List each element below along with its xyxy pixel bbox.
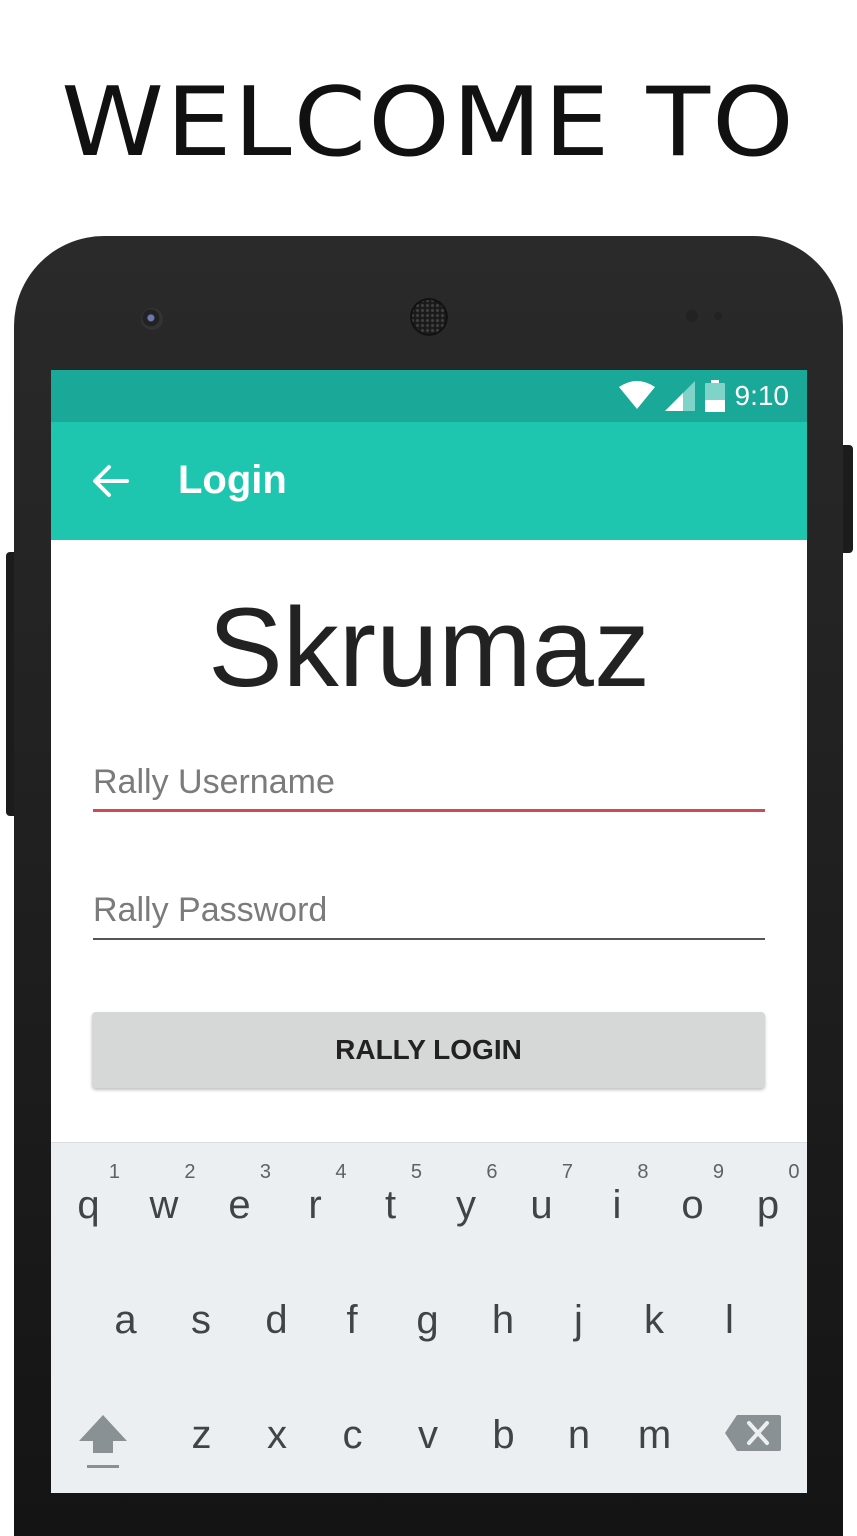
key-label: g — [416, 1298, 439, 1342]
key-y[interactable]: y6 — [429, 1161, 504, 1228]
rally-login-button[interactable]: RALLY LOGIN — [92, 1012, 765, 1088]
key-i[interactable]: i8 — [580, 1161, 655, 1228]
earpiece-speaker-icon — [410, 298, 448, 336]
app-bar: Login — [51, 422, 807, 540]
key-g[interactable]: g — [390, 1298, 465, 1343]
light-sensor-icon — [714, 312, 722, 320]
status-time: 9:10 — [734, 380, 790, 411]
password-field — [93, 882, 765, 940]
proximity-sensor-icon — [686, 310, 698, 322]
key-d[interactable]: d — [239, 1298, 314, 1343]
phone-screen: 9:10 Login Skrumaz RALLY LOGIN q1w2e3r4t… — [51, 370, 807, 1493]
key-label: m — [637, 1413, 672, 1457]
key-label: f — [346, 1298, 358, 1342]
key-label: l — [725, 1298, 734, 1342]
key-label: k — [644, 1298, 664, 1342]
backspace-icon[interactable] — [723, 1413, 783, 1453]
key-s[interactable]: s — [164, 1298, 239, 1343]
key-a[interactable]: a — [88, 1298, 163, 1343]
key-c[interactable]: c — [315, 1413, 390, 1458]
key-label: b — [492, 1413, 515, 1457]
key-label: r — [308, 1183, 322, 1227]
key-hint: 5 — [410, 1161, 422, 1183]
key-label: d — [265, 1298, 288, 1342]
key-hint: 1 — [108, 1161, 120, 1183]
key-label: q — [77, 1183, 100, 1227]
arrow-back-icon[interactable] — [89, 460, 131, 502]
key-label: z — [191, 1413, 212, 1457]
wifi-icon — [618, 381, 655, 409]
key-label: s — [191, 1298, 211, 1342]
key-x[interactable]: x — [240, 1413, 315, 1458]
page-title: Login — [178, 458, 287, 502]
key-hint: 3 — [259, 1161, 271, 1183]
username-input[interactable] — [93, 754, 765, 810]
key-label: p — [756, 1183, 780, 1227]
front-camera-icon — [141, 308, 163, 330]
key-p[interactable]: p0 — [731, 1161, 806, 1228]
password-input[interactable] — [93, 882, 765, 938]
key-v[interactable]: v — [391, 1413, 466, 1458]
key-hint: 2 — [184, 1161, 196, 1183]
shift-icon[interactable] — [73, 1411, 133, 1471]
key-label: u — [530, 1183, 553, 1227]
cell-signal-icon — [664, 381, 695, 411]
password-underline — [93, 938, 765, 940]
key-label: x — [267, 1413, 287, 1457]
key-hint: 8 — [637, 1161, 649, 1183]
key-l[interactable]: l — [692, 1298, 767, 1343]
key-label: n — [567, 1413, 591, 1457]
key-hint: 4 — [335, 1161, 347, 1183]
key-hint: 6 — [486, 1161, 498, 1183]
key-label: i — [612, 1183, 622, 1227]
key-label: y — [456, 1183, 476, 1227]
key-hint: 7 — [561, 1161, 573, 1183]
key-h[interactable]: h — [466, 1298, 541, 1343]
key-label: c — [342, 1413, 363, 1457]
key-q[interactable]: q1 — [51, 1161, 126, 1228]
key-b[interactable]: b — [466, 1413, 541, 1458]
key-label: a — [114, 1298, 137, 1342]
key-hint: 0 — [788, 1161, 800, 1183]
key-o[interactable]: o9 — [655, 1161, 730, 1228]
key-n[interactable]: n — [542, 1413, 617, 1458]
key-e[interactable]: e3 — [202, 1161, 277, 1228]
key-label: o — [681, 1183, 704, 1227]
welcome-headline: WELCOME TO — [61, 65, 796, 179]
key-label: e — [228, 1183, 251, 1227]
soft-keyboard: q1w2e3r4t5y6u7i8o9p0asdfghjklzxcvbnm — [51, 1142, 807, 1493]
app-name: Skrumaz — [208, 585, 650, 710]
key-label: h — [491, 1298, 515, 1342]
key-label: t — [384, 1183, 397, 1227]
key-t[interactable]: t5 — [353, 1161, 428, 1228]
key-r[interactable]: r4 — [278, 1161, 353, 1228]
username-field — [93, 754, 765, 812]
username-underline — [93, 809, 765, 812]
key-label: j — [574, 1298, 583, 1342]
key-m[interactable]: m — [617, 1413, 692, 1458]
key-k[interactable]: k — [617, 1298, 692, 1343]
key-f[interactable]: f — [315, 1298, 390, 1343]
key-w[interactable]: w2 — [127, 1161, 202, 1228]
key-hint: 9 — [712, 1161, 724, 1183]
key-j[interactable]: j — [541, 1298, 616, 1343]
battery-icon — [704, 380, 725, 412]
key-label: w — [149, 1183, 179, 1227]
key-u[interactable]: u7 — [504, 1161, 579, 1228]
key-z[interactable]: z — [164, 1413, 239, 1458]
key-label: v — [418, 1413, 438, 1457]
status-bar: 9:10 — [51, 370, 807, 422]
